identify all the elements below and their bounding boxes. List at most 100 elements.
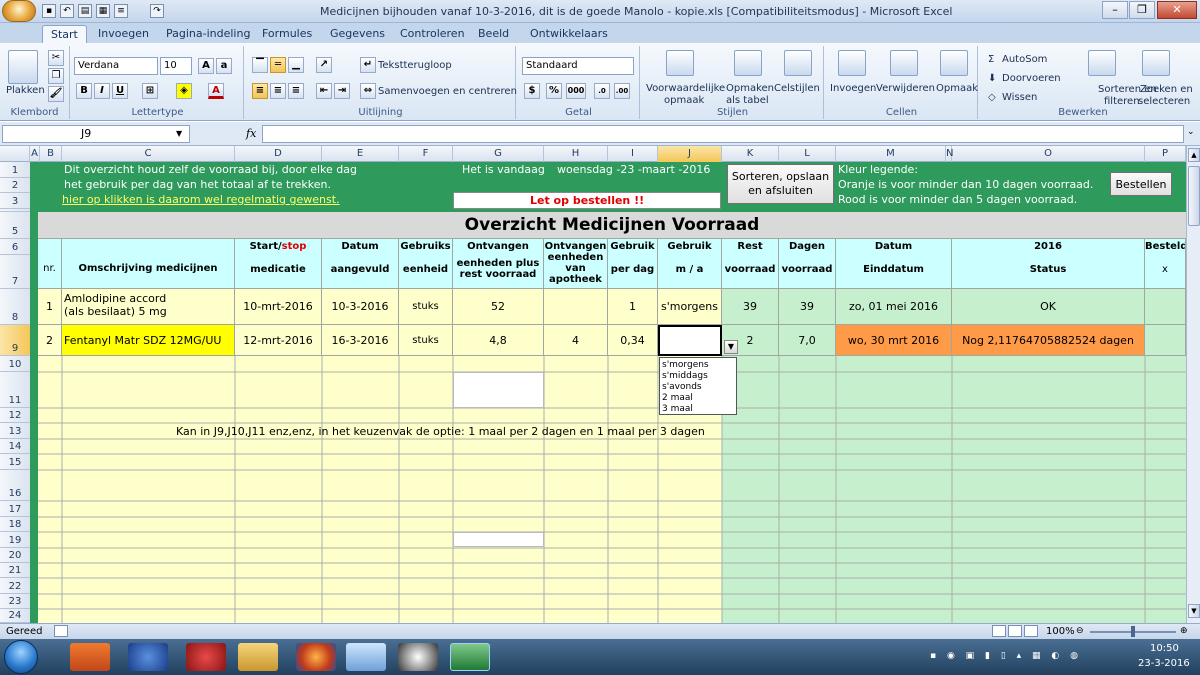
save-icon[interactable]: ▪ — [42, 4, 56, 18]
white-cell-g19[interactable] — [453, 532, 544, 547]
print-icon[interactable]: ▤ — [78, 4, 92, 18]
zoom-slider-thumb[interactable] — [1131, 626, 1135, 637]
align-left-icon[interactable]: ≡ — [252, 83, 268, 99]
number-format-select[interactable]: Standaard — [522, 57, 634, 75]
align-middle-icon[interactable]: ═ — [270, 57, 286, 73]
clear-icon[interactable]: ◇ — [988, 92, 996, 103]
increase-decimal-icon[interactable]: .0 — [594, 83, 610, 99]
tab-controleren[interactable]: Controleren — [392, 25, 473, 43]
row-header-1[interactable]: 1 — [0, 162, 30, 178]
decrease-decimal-icon[interactable]: .00 — [614, 83, 630, 99]
undo-icon[interactable]: ↶ — [60, 4, 74, 18]
decrease-indent-icon[interactable]: ⇤ — [316, 83, 332, 99]
clear-button[interactable]: Wissen — [1002, 92, 1037, 103]
tab-ontwikkelaars[interactable]: Ontwikkelaars — [522, 25, 616, 43]
row2-per-dag[interactable]: 0,34 — [608, 325, 658, 356]
format-as-table-button[interactable]: Opmaken — [726, 83, 774, 94]
row2-ma-selected-cell[interactable] — [658, 325, 722, 356]
excel-taskbar-icon[interactable] — [450, 643, 490, 671]
normal-view-icon[interactable] — [992, 625, 1006, 637]
row1-ma[interactable]: s'morgens — [658, 289, 722, 325]
select-all-corner[interactable] — [0, 146, 30, 162]
column-header-d[interactable]: D — [235, 146, 322, 162]
row-header-7[interactable]: 7 — [0, 255, 30, 289]
format-icon[interactable]: ≡ — [114, 4, 128, 18]
name-box[interactable]: J9 — [2, 125, 190, 143]
restore-button[interactable]: ❐ — [1129, 1, 1155, 19]
row1-omschrijving[interactable]: Amlodipine accord (als besilaat) 5 mg — [62, 289, 235, 325]
tab-start[interactable]: Start — [42, 25, 87, 43]
row1-ontvangen[interactable]: 52 — [453, 289, 544, 325]
tab-gegevens[interactable]: Gegevens — [322, 25, 393, 43]
expand-formula-bar-icon[interactable]: ⌄ — [1187, 127, 1195, 137]
row-header-24[interactable]: 24 — [0, 609, 30, 623]
firefox-icon[interactable] — [296, 643, 336, 671]
row1-status[interactable]: OK — [952, 289, 1145, 325]
insert-cells-button[interactable]: Invoegen — [830, 83, 876, 94]
row-header-15[interactable]: 15 — [0, 454, 30, 470]
merge-icon[interactable]: ⇔ — [360, 83, 376, 99]
row2-eenheid[interactable]: stuks — [399, 325, 453, 356]
row2-nr[interactable]: 2 — [38, 325, 62, 356]
row2-datum[interactable]: 16-3-2016 — [322, 325, 399, 356]
font-name-select[interactable]: Verdana — [74, 57, 158, 75]
row1-nr[interactable]: 1 — [38, 289, 62, 325]
vertical-scrollbar[interactable]: ▲ ▼ — [1186, 146, 1200, 623]
find-select-icon[interactable] — [1142, 50, 1170, 76]
delete-cells-button[interactable]: Verwijderen — [876, 83, 935, 94]
column-header-g[interactable]: G — [453, 146, 544, 162]
cell-styles-button[interactable]: Celstijlen — [774, 83, 820, 94]
fill-button[interactable]: Doorvoeren — [1002, 73, 1061, 84]
fill-icon[interactable]: ⬇ — [988, 73, 996, 84]
start-button[interactable] — [4, 640, 38, 674]
formula-input[interactable] — [262, 125, 1184, 143]
dropdown-option-2[interactable]: s'middags — [662, 371, 734, 382]
shrink-font-icon[interactable]: a — [216, 58, 232, 74]
align-right-icon[interactable]: ≡ — [288, 83, 304, 99]
find-select-button[interactable]: Zoeken en — [1140, 84, 1193, 95]
row1-rest[interactable]: 39 — [722, 289, 779, 325]
zoom-level[interactable]: 100% — [1046, 626, 1075, 637]
intro-link[interactable]: hier op klikken is daarom wel regelmatig… — [62, 193, 340, 206]
column-header-f[interactable]: F — [399, 146, 453, 162]
scroll-down-icon[interactable]: ▼ — [1188, 604, 1200, 618]
conditional-format-icon[interactable] — [666, 50, 694, 76]
row-header-14[interactable]: 14 — [0, 439, 30, 454]
row-header-17[interactable]: 17 — [0, 501, 30, 517]
sort-save-close-button[interactable]: Sorteren, opslaan en afsluiten — [727, 164, 834, 204]
row-header-11[interactable]: 11 — [0, 372, 30, 408]
bold-button[interactable]: B — [76, 83, 92, 99]
merge-center-button[interactable]: Samenvoegen en centreren — [378, 86, 517, 97]
row-header-18[interactable]: 18 — [0, 517, 30, 532]
row-header-5[interactable]: 5 — [0, 212, 30, 239]
conditional-format-button-2[interactable]: opmaak — [664, 95, 704, 106]
user-app-icon[interactable] — [128, 643, 168, 671]
dropdown-option-1[interactable]: s'morgens — [662, 360, 734, 371]
row-header-20[interactable]: 20 — [0, 548, 30, 563]
column-header-p[interactable]: P — [1145, 146, 1186, 162]
column-header-o[interactable]: O — [952, 146, 1145, 162]
underline-button[interactable]: U — [112, 83, 128, 99]
row1-ontvangen-apotheek[interactable] — [544, 289, 608, 325]
autosum-button[interactable]: AutoSom — [1002, 54, 1047, 65]
zoom-in-icon[interactable]: ⊕ — [1180, 626, 1188, 636]
column-header-a[interactable]: A — [30, 146, 40, 162]
sort-filter-icon[interactable] — [1088, 50, 1116, 76]
row-header-3[interactable]: 3 — [0, 193, 30, 209]
row-header-19[interactable]: 19 — [0, 532, 30, 548]
paste-button[interactable]: Plakken — [6, 85, 45, 96]
quickprint-icon[interactable]: ▦ — [96, 4, 110, 18]
row2-dagen[interactable]: 7,0 — [779, 325, 836, 356]
name-box-dropdown-icon[interactable]: ▼ — [176, 129, 182, 138]
dropdown-option-3[interactable]: s'avonds — [662, 382, 734, 393]
row1-datum[interactable]: 10-3-2016 — [322, 289, 399, 325]
row2-ontvangen-apotheek[interactable]: 4 — [544, 325, 608, 356]
column-header-l[interactable]: L — [779, 146, 836, 162]
format-as-table-button-2[interactable]: als tabel — [726, 95, 769, 106]
minimize-button[interactable]: – — [1102, 1, 1128, 19]
insert-cells-icon[interactable] — [838, 50, 866, 76]
redo-icon[interactable]: ↷ — [150, 4, 164, 18]
align-top-icon[interactable]: ▔ — [252, 57, 268, 73]
wrap-text-button[interactable]: Tekstterugloop — [378, 60, 452, 71]
italic-button[interactable]: I — [94, 83, 110, 99]
